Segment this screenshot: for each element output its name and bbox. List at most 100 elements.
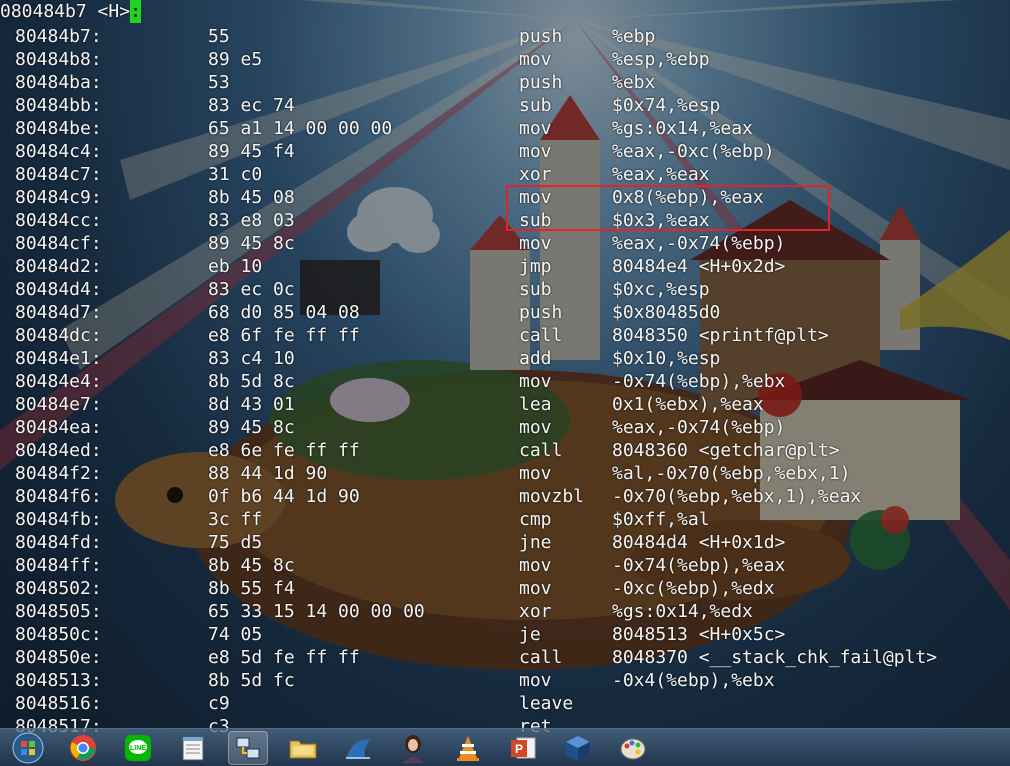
- instruction-mnemonic: mov: [519, 578, 552, 599]
- paint-icon: [620, 738, 646, 759]
- taskbar-paint[interactable]: [613, 731, 653, 765]
- vlc-icon: [457, 735, 479, 761]
- line-icon: LINE: [125, 734, 151, 761]
- instruction-address: 80484b7:: [15, 26, 102, 47]
- instruction-mnemonic: sub: [519, 95, 552, 116]
- portrait-app-icon: [403, 734, 423, 763]
- instruction-address: 80484d7:: [15, 302, 102, 323]
- instruction-operands: %ebp: [612, 26, 656, 47]
- instruction-mnemonic: lea: [519, 394, 552, 415]
- taskbar-network-share[interactable]: [228, 730, 268, 765]
- instruction-bytes: 83 ec 74: [208, 95, 295, 116]
- instruction-address: 8048516:: [15, 693, 102, 714]
- instruction-address: 804850c:: [15, 624, 102, 645]
- function-address: 080484b7: [0, 1, 87, 22]
- powerpoint-icon: P: [511, 737, 536, 758]
- instruction-address: 80484e4:: [15, 371, 102, 392]
- instruction-bytes: 8b 5d 8c: [208, 371, 295, 392]
- taskbar-line[interactable]: LINE: [118, 731, 158, 765]
- instruction-bytes: 89 45 8c: [208, 417, 295, 438]
- instruction-operands: 80484d4 <H+0x1d>: [612, 532, 786, 553]
- instruction-bytes: e8 6e fe ff ff: [208, 440, 360, 461]
- instruction-address: 80484e7:: [15, 394, 102, 415]
- instruction-operands: 80484e4 <H+0x2d>: [612, 256, 786, 277]
- instruction-operands: %eax,-0xc(%ebp): [612, 141, 775, 162]
- taskbar-portrait-app[interactable]: [393, 731, 433, 765]
- taskbar-wireshark[interactable]: [338, 731, 378, 765]
- instruction-address: 8048505:: [15, 601, 102, 622]
- instruction-address: 80484f6:: [15, 486, 102, 507]
- instruction-address: 80484e1:: [15, 348, 102, 369]
- instruction-operands: -0x74(%ebp),%eax: [612, 555, 786, 576]
- taskbar-powerpoint[interactable]: P: [503, 731, 543, 765]
- instruction-bytes: 65 33 15 14 00 00 00: [208, 601, 425, 622]
- instruction-bytes: 8b 55 f4: [208, 578, 295, 599]
- instruction-bytes: e8 5d fe ff ff: [208, 647, 360, 668]
- instruction-mnemonic: mov: [519, 371, 552, 392]
- instruction-mnemonic: jmp: [519, 256, 552, 277]
- instruction-mnemonic: movzbl: [519, 486, 585, 507]
- instruction-operands: %esp,%ebp: [612, 49, 710, 70]
- instruction-bytes: e8 6f fe ff ff: [208, 325, 360, 346]
- instruction-bytes: 31 c0: [208, 164, 263, 185]
- function-symbol: <H>: [97, 1, 131, 22]
- instruction-address: 80484be:: [15, 118, 102, 139]
- instruction-operands: -0xc(%ebp),%edx: [612, 578, 775, 599]
- instruction-operands: %eax,-0x74(%ebp): [612, 233, 786, 254]
- terminal-cursor[interactable]: :: [130, 0, 142, 23]
- taskbar: LINE P: [0, 728, 1010, 766]
- instruction-bytes: 68 d0 85 04 08: [208, 302, 360, 323]
- instruction-mnemonic: call: [519, 647, 563, 668]
- instruction-bytes: 89 45 f4: [208, 141, 295, 162]
- function-header: 080484b7 <H>:: [0, 0, 142, 23]
- instruction-operands: $0x80485d0: [612, 302, 721, 323]
- taskbar-file-explorer[interactable]: [283, 731, 323, 765]
- taskbar-vlc[interactable]: [448, 731, 488, 765]
- taskbar-virtualbox[interactable]: [558, 731, 598, 765]
- highlight-rectangle: [506, 185, 830, 231]
- instruction-mnemonic: mov: [519, 463, 552, 484]
- instruction-address: 80484ed:: [15, 440, 102, 461]
- instruction-operands: $0x10,%esp: [612, 348, 721, 369]
- instruction-mnemonic: mov: [519, 417, 552, 438]
- svg-text:P: P: [515, 742, 523, 756]
- instruction-operands: $0x74,%esp: [612, 95, 721, 116]
- instruction-address: 80484ea:: [15, 417, 102, 438]
- instruction-operands: $0xc,%esp: [612, 279, 710, 300]
- instruction-bytes: 3c ff: [208, 509, 263, 530]
- instruction-mnemonic: push: [519, 72, 563, 93]
- chrome-icon: [70, 734, 96, 761]
- taskbar-chrome[interactable]: [63, 731, 103, 765]
- instruction-bytes: 8b 45 08: [208, 187, 295, 208]
- instruction-bytes: 8b 5d fc: [208, 670, 295, 691]
- instruction-bytes: 89 45 8c: [208, 233, 295, 254]
- instruction-operands: $0xff,%al: [612, 509, 710, 530]
- instruction-bytes: eb 10: [208, 256, 263, 277]
- instruction-bytes: 83 e8 03: [208, 210, 295, 231]
- instruction-address: 80484d4:: [15, 279, 102, 300]
- instruction-operands: %ebx: [612, 72, 656, 93]
- instruction-address: 80484c7:: [15, 164, 102, 185]
- instruction-bytes: 88 44 1d 90: [208, 463, 328, 484]
- instruction-mnemonic: push: [519, 302, 563, 323]
- instruction-mnemonic: mov: [519, 670, 552, 691]
- instruction-bytes: 53: [208, 72, 230, 93]
- instruction-address: 80484c9:: [15, 187, 102, 208]
- instruction-mnemonic: mov: [519, 49, 552, 70]
- instruction-operands: %eax,-0x74(%ebp): [612, 417, 786, 438]
- instruction-operands: 0x1(%ebx),%eax: [612, 394, 764, 415]
- instruction-mnemonic: sub: [519, 279, 552, 300]
- instruction-address: 8048513:: [15, 670, 102, 691]
- taskbar-notepad[interactable]: [173, 731, 213, 765]
- instruction-mnemonic: mov: [519, 555, 552, 576]
- instruction-address: 80484f2:: [15, 463, 102, 484]
- instruction-operands: -0x74(%ebp),%ebx: [612, 371, 786, 392]
- disassembly-terminal[interactable]: 080484b7 <H>: 80484b7: 55 push %ebp 80484b8:…: [0, 0, 1010, 736]
- start-button[interactable]: [8, 731, 48, 765]
- instruction-operands: 8048370 <__stack_chk_fail@plt>: [612, 647, 938, 668]
- instruction-address: 80484ff:: [15, 555, 102, 576]
- instruction-operands: %gs:0x14,%eax: [612, 118, 753, 139]
- instruction-mnemonic: add: [519, 348, 552, 369]
- instruction-mnemonic: xor: [519, 601, 552, 622]
- instruction-bytes: 83 ec 0c: [208, 279, 295, 300]
